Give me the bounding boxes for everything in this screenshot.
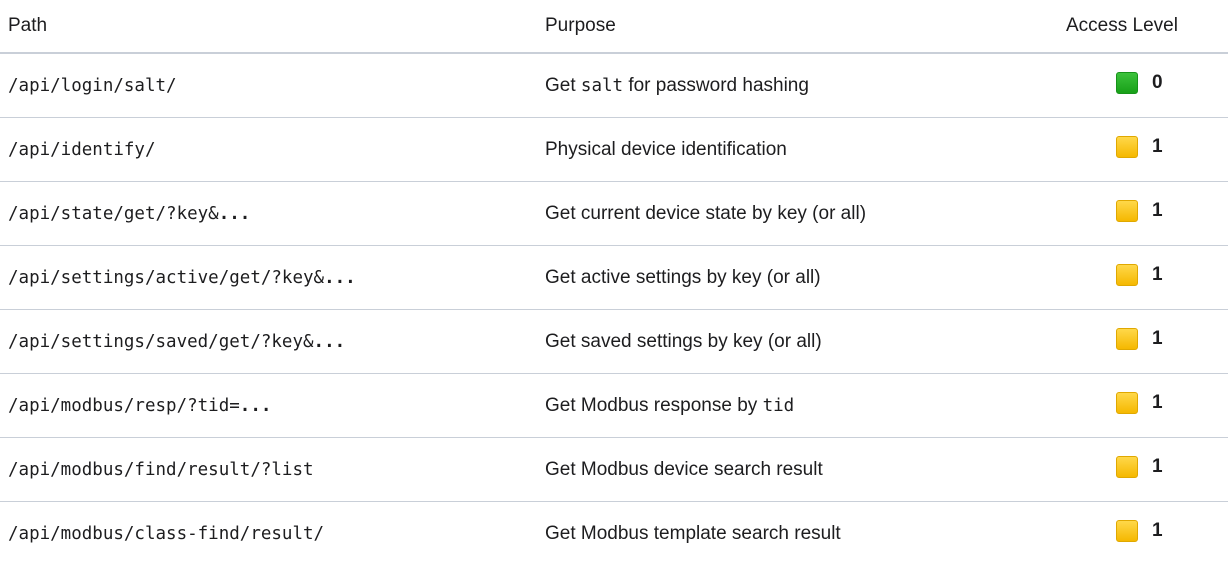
purpose-cell: Physical device identification [537,117,1058,182]
path-cell: /api/modbus/find/result/?list [0,437,537,502]
path-cell: /api/modbus/class-find/result/ [0,502,537,566]
table-row: /api/settings/saved/get/?key&... Get save… [0,309,1228,374]
purpose-cell: Get Modbus template search result [537,502,1058,566]
purpose-cell: Get current device state by key (or all) [537,181,1058,246]
access-level-value: 1 [1152,327,1163,349]
path-text: /api/modbus/find/result/?list [8,459,314,480]
api-access-table: Path Purpose Access Level /api/login/sal… [0,0,1228,565]
path-text: /api/identify/ [8,139,156,160]
access-level-value: 1 [1152,391,1163,413]
purpose-text: Get [545,74,581,96]
access-cell: 1 [1058,373,1228,438]
access-cell: 1 [1058,181,1228,246]
path-cell: /api/settings/saved/get/?key&... [0,309,537,374]
path-cell: /api/settings/active/get/?key&... [0,245,537,310]
path-cell: /api/state/get/?key&... [0,181,537,246]
access-level: 1 [1116,455,1163,478]
path-text: /api/state/get/?key& [8,203,219,224]
path-text: /api/settings/active/get/?key& [8,267,325,288]
purpose-text: Get current device state by key (or all) [545,202,867,224]
purpose-text: Get Modbus device search result [545,458,823,480]
access-cell: 1 [1058,117,1228,182]
access-level: 1 [1116,327,1163,350]
access-cell: 1 [1058,437,1228,502]
purpose-text: Physical device identification [545,138,787,160]
yellow-square-icon [1116,199,1138,222]
path-cell: /api/modbus/resp/?tid=... [0,373,537,438]
yellow-square-icon [1116,519,1138,542]
table-row: /api/modbus/resp/?tid=... Get Modbus resp… [0,373,1228,438]
purpose-text-end: for password hashing [623,74,809,96]
access-level-value: 1 [1152,199,1163,221]
access-level: 1 [1116,199,1163,222]
access-level: 0 [1116,71,1163,94]
path-cell: /api/login/salt/ [0,53,537,118]
yellow-square-icon [1116,455,1138,478]
header-row: Path Purpose Access Level [0,0,1228,54]
path-ellipsis: ... [324,267,356,288]
purpose-cell: Get salt for password hashing [537,53,1058,118]
table-row: /api/modbus/find/result/?list Get Modbus … [0,437,1228,502]
path-text: /api/settings/saved/get/?key& [8,331,314,352]
purpose-cell: Get Modbus response by tid [537,373,1058,438]
access-level-value: 1 [1152,263,1163,285]
header-access-level: Access Level [1058,0,1228,54]
green-square-icon [1116,71,1138,94]
access-cell: 1 [1058,502,1228,566]
yellow-square-icon [1116,263,1138,286]
access-cell: 1 [1058,245,1228,310]
purpose-text: Get saved settings by key (or all) [545,330,822,352]
path-cell: /api/identify/ [0,117,537,182]
path-ellipsis: ... [218,203,251,224]
purpose-cell: Get saved settings by key (or all) [537,309,1058,374]
access-level-value: 0 [1152,71,1163,93]
purpose-text: Get Modbus response by [545,394,763,416]
table-row: /api/state/get/?key&... Get current devic… [0,181,1228,246]
table-row: /api/login/salt/Get salt for password ha… [0,53,1228,118]
purpose-text: Get active settings by key (or all) [545,266,821,288]
yellow-square-icon [1116,135,1138,158]
access-level: 1 [1116,263,1163,286]
path-ellipsis: ... [313,331,346,352]
access-level-value: 1 [1152,455,1163,477]
header-purpose: Purpose [537,0,1058,54]
access-level: 1 [1116,135,1163,158]
yellow-square-icon [1116,391,1138,414]
table-row: /api/identify/Physical device identifica… [0,117,1228,182]
access-level: 1 [1116,391,1163,414]
purpose-cell: Get Modbus device search result [537,437,1058,502]
access-cell: 0 [1058,53,1228,118]
access-cell: 1 [1058,309,1228,374]
access-level-value: 1 [1152,135,1163,157]
purpose-code: salt [580,75,624,96]
access-level: 1 [1116,519,1163,542]
yellow-square-icon [1116,327,1138,350]
purpose-text: Get Modbus template search result [545,522,841,544]
path-text: /api/login/salt/ [8,75,177,96]
path-text: /api/modbus/class-find/result/ [8,523,325,544]
path-text: /api/modbus/resp/?tid= [8,395,240,416]
table-row: /api/settings/active/get/?key&... Get act… [0,245,1228,310]
path-ellipsis: ... [239,395,272,416]
header-path: Path [0,0,537,54]
table-row: /api/modbus/class-find/result/Get Modbus… [0,502,1228,566]
purpose-code: tid [762,395,795,416]
access-level-value: 1 [1152,519,1163,541]
purpose-cell: Get active settings by key (or all) [537,245,1058,310]
